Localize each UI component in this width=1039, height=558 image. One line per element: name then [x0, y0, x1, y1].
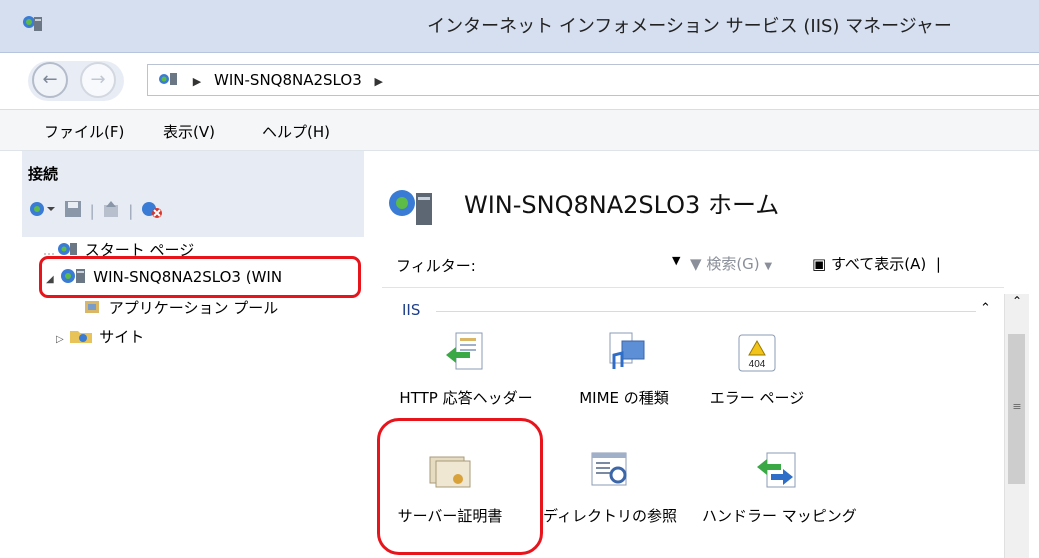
scroll-up-icon[interactable]: ⌃ — [1005, 294, 1029, 316]
feature-label: ハンドラー マッピング — [702, 507, 857, 525]
directory-browsing-icon — [586, 447, 634, 495]
tree-item-app-pools[interactable]: アプリケーション プール — [82, 297, 278, 318]
toolbar-divider-icon: | — [89, 202, 95, 220]
filter-dropdown-icon[interactable]: ▼ — [672, 254, 680, 267]
connections-pane: 接続 | | スタート ページ ◢ WIN-SNQ8NA2SLO3 (WIN ア… — [22, 151, 365, 558]
feature-mime-types[interactable]: MIME の種類 — [564, 329, 684, 408]
feature-directory-browsing[interactable]: ディレクトリの参照 — [540, 447, 680, 526]
feature-handler-mappings[interactable]: ハンドラー マッピング — [702, 447, 857, 526]
address-segment-server[interactable]: WIN-SNQ8NA2SLO3 — [214, 71, 362, 89]
feature-label: HTTP 応答ヘッダー — [399, 389, 533, 407]
group-collapse-icon[interactable]: ⌃ — [980, 301, 991, 316]
path-separator-icon: ▶ — [192, 75, 202, 88]
address-bar: ← → ▶ WIN-SNQ8NA2SLO3 ▶ — [0, 53, 1039, 110]
group-header-iis[interactable]: IIS ⌃ — [402, 301, 992, 321]
error-pages-icon: 404 — [733, 329, 781, 377]
show-all-label: すべて表示(A) — [830, 255, 927, 273]
feature-label: MIME の種類 — [579, 389, 669, 407]
handler-mappings-icon — [753, 447, 801, 495]
sites-folder-icon — [70, 331, 93, 343]
tree-item-sites[interactable]: ▷ サイト — [56, 326, 144, 347]
scroll-grip-icon: ≡ — [1012, 400, 1022, 413]
tree-label: サイト — [99, 328, 145, 346]
page-title: WIN-SNQ8NA2SLO3 ホーム — [464, 191, 780, 219]
window-title: インターネット インフォメーション サービス (IIS) マネージャー — [427, 16, 952, 37]
title-bar: インターネット インフォメーション サービス (IIS) マネージャー — [0, 0, 1039, 53]
tree-label: アプリケーション プール — [108, 299, 279, 317]
expand-arrow-icon[interactable]: ▷ — [56, 334, 64, 345]
menu-view[interactable]: 表示(V) — [163, 121, 215, 142]
vertical-scrollbar[interactable]: ⌃ ≡ — [1004, 294, 1029, 558]
error-code-text: 404 — [749, 359, 766, 370]
filter-input[interactable] — [487, 249, 701, 281]
connections-title: 接続 — [28, 165, 59, 183]
connections-toolbar: | | — [28, 199, 166, 223]
feature-http-response-headers[interactable]: HTTP 応答ヘッダー — [386, 329, 546, 408]
mime-types-icon — [600, 329, 648, 377]
highlight-server-certificates — [377, 418, 543, 555]
connect-icon[interactable] — [28, 199, 56, 223]
app-pool-icon — [85, 301, 99, 313]
feature-error-pages[interactable]: 404 エラー ページ — [702, 329, 812, 408]
http-headers-icon — [442, 329, 490, 377]
save-icon[interactable] — [63, 199, 83, 223]
menu-file[interactable]: ファイル(F) — [44, 121, 124, 142]
address-field[interactable]: ▶ WIN-SNQ8NA2SLO3 ▶ — [147, 64, 1039, 96]
connections-header: 接続 | | — [22, 151, 364, 237]
filter-bar: フィルター: ▼ ▼ 検索(G) ▼ ▣ すべて表示(A) | — [382, 241, 1004, 288]
up-icon[interactable] — [101, 199, 121, 223]
server-home-icon — [386, 187, 436, 227]
show-all-button[interactable]: ▣ すべて表示(A) | — [812, 253, 941, 274]
path-separator-icon[interactable]: ▶ — [375, 75, 383, 88]
highlight-server-node — [39, 256, 361, 298]
server-small-icon — [159, 73, 177, 85]
filter-label: フィルター: — [396, 257, 476, 275]
menu-help[interactable]: ヘルプ(H) — [262, 121, 330, 142]
toolbar-divider-icon: | — [128, 202, 134, 220]
menu-bar: ファイル(F) 表示(V) ヘルプ(H) — [0, 110, 1039, 151]
disconnect-icon[interactable] — [140, 199, 164, 223]
feature-label: ディレクトリの参照 — [543, 507, 677, 525]
search-label: 検索(G) — [706, 255, 760, 273]
back-button[interactable]: ← — [32, 62, 68, 98]
group-name: IIS — [402, 301, 421, 319]
group-divider — [436, 311, 976, 312]
forward-button[interactable]: → — [80, 62, 116, 98]
feature-label: エラー ページ — [709, 389, 805, 407]
search-button[interactable]: ▼ 検索(G) ▼ — [690, 253, 772, 274]
